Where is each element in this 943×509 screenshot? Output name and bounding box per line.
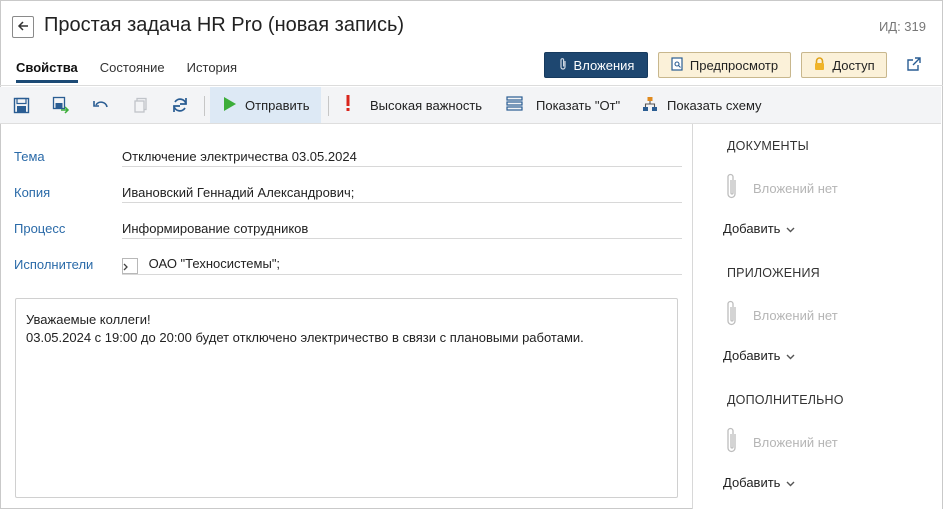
tab-history[interactable]: История	[187, 60, 237, 81]
save-icon[interactable]	[11, 95, 31, 115]
additional-add-label: Добавить	[723, 475, 781, 490]
message-line: 03.05.2024 с 19:00 до 20:00 будет отключ…	[26, 330, 584, 345]
tab-bar: Свойства Состояние История	[16, 60, 259, 83]
show-from-label: Показать "От"	[536, 97, 621, 113]
play-icon	[223, 96, 237, 115]
access-button[interactable]: Доступ	[801, 52, 887, 78]
subject-field[interactable]: Отключение электричества 03.05.2024	[122, 141, 682, 167]
documents-add-button[interactable]: Добавить	[723, 221, 795, 236]
documents-empty-state: Вложений нет	[725, 172, 838, 205]
process-field[interactable]: Информирование сотрудников	[122, 213, 682, 239]
refresh-icon[interactable]	[170, 95, 190, 115]
document-preview-icon	[671, 56, 684, 74]
copy-field[interactable]: Ивановский Геннадий Александрович;	[122, 177, 682, 203]
additional-empty-state: Вложений нет	[725, 426, 838, 459]
back-button[interactable]	[12, 16, 34, 38]
exclamation-icon	[345, 95, 351, 115]
documents-empty-label: Вложений нет	[753, 181, 838, 196]
list-rows-icon	[506, 96, 523, 114]
copy-icon[interactable]	[131, 95, 151, 115]
documents-add-label: Добавить	[723, 221, 781, 236]
undo-icon[interactable]	[91, 95, 111, 115]
documents-heading: ДОКУМЕНТЫ	[727, 139, 809, 153]
toolbar: Отправить Высокая важность Показать "От"…	[0, 87, 941, 124]
open-external-button[interactable]	[904, 55, 924, 75]
applications-empty-label: Вложений нет	[753, 308, 838, 323]
message-line: Уважаемые коллеги!	[26, 312, 151, 327]
high-importance-button[interactable]: Высокая важность	[345, 87, 482, 123]
subject-value: Отключение электричества 03.05.2024	[122, 149, 357, 164]
paperclip-icon	[725, 299, 739, 332]
arrow-left-icon	[16, 19, 30, 36]
hierarchy-icon	[642, 96, 658, 115]
tab-state[interactable]: Состояние	[100, 60, 165, 81]
copy-value: Ивановский Геннадий Александрович;	[122, 185, 355, 200]
executors-value: ОАО "Техносистемы";	[148, 256, 281, 271]
send-button-label: Отправить	[245, 97, 310, 113]
applications-add-button[interactable]: Добавить	[723, 348, 795, 363]
external-link-icon	[906, 56, 922, 75]
subject-label: Тема	[14, 149, 45, 164]
executors-field[interactable]: ОАО "Техносистемы";	[122, 249, 682, 275]
attachments-button[interactable]: Вложения	[544, 52, 648, 78]
toolbar-separator	[328, 96, 329, 116]
show-from-button[interactable]: Показать "От"	[506, 87, 620, 123]
chevron-down-icon	[786, 221, 795, 236]
record-id: ИД: 319	[878, 19, 926, 34]
copy-label: Копия	[14, 185, 51, 200]
additional-add-button[interactable]: Добавить	[723, 475, 795, 490]
access-button-label: Доступ	[832, 57, 875, 73]
paperclip-icon	[725, 426, 739, 459]
tab-divider	[0, 85, 943, 86]
chevron-down-icon	[786, 348, 795, 363]
lock-icon	[813, 56, 826, 74]
executors-label: Исполнители	[14, 257, 94, 272]
process-value: Информирование сотрудников	[122, 221, 309, 236]
tab-properties[interactable]: Свойства	[16, 60, 78, 83]
chevron-down-icon	[786, 475, 795, 490]
attachments-panel: ДОКУМЕНТЫ Вложений нет Добавить ПРИЛОЖЕН…	[692, 124, 942, 509]
applications-heading: ПРИЛОЖЕНИЯ	[727, 266, 820, 280]
message-body-editor[interactable]: Уважаемые коллеги! 03.05.2024 с 19:00 до…	[15, 298, 678, 498]
attachments-button-label: Вложения	[573, 57, 635, 73]
page-title: Простая задача HR Pro (новая запись)	[44, 14, 405, 36]
preview-button-label: Предпросмотр	[689, 57, 779, 73]
expand-executor-button[interactable]	[122, 258, 138, 274]
applications-add-label: Добавить	[723, 348, 781, 363]
additional-heading: ДОПОЛНИТЕЛЬНО	[727, 393, 844, 407]
show-scheme-button[interactable]: Показать схему	[642, 87, 762, 123]
paperclip-icon	[725, 172, 739, 205]
preview-button[interactable]: Предпросмотр	[658, 52, 791, 78]
process-label: Процесс	[14, 221, 66, 236]
send-button[interactable]: Отправить	[210, 87, 321, 123]
show-scheme-label: Показать схему	[667, 97, 762, 113]
additional-empty-label: Вложений нет	[753, 435, 838, 450]
chevron-right-icon	[123, 259, 129, 274]
high-importance-label: Высокая важность	[370, 97, 483, 113]
save-and-close-icon[interactable]	[51, 95, 71, 115]
applications-empty-state: Вложений нет	[725, 299, 838, 332]
toolbar-separator	[204, 96, 205, 116]
paperclip-icon	[558, 57, 568, 74]
